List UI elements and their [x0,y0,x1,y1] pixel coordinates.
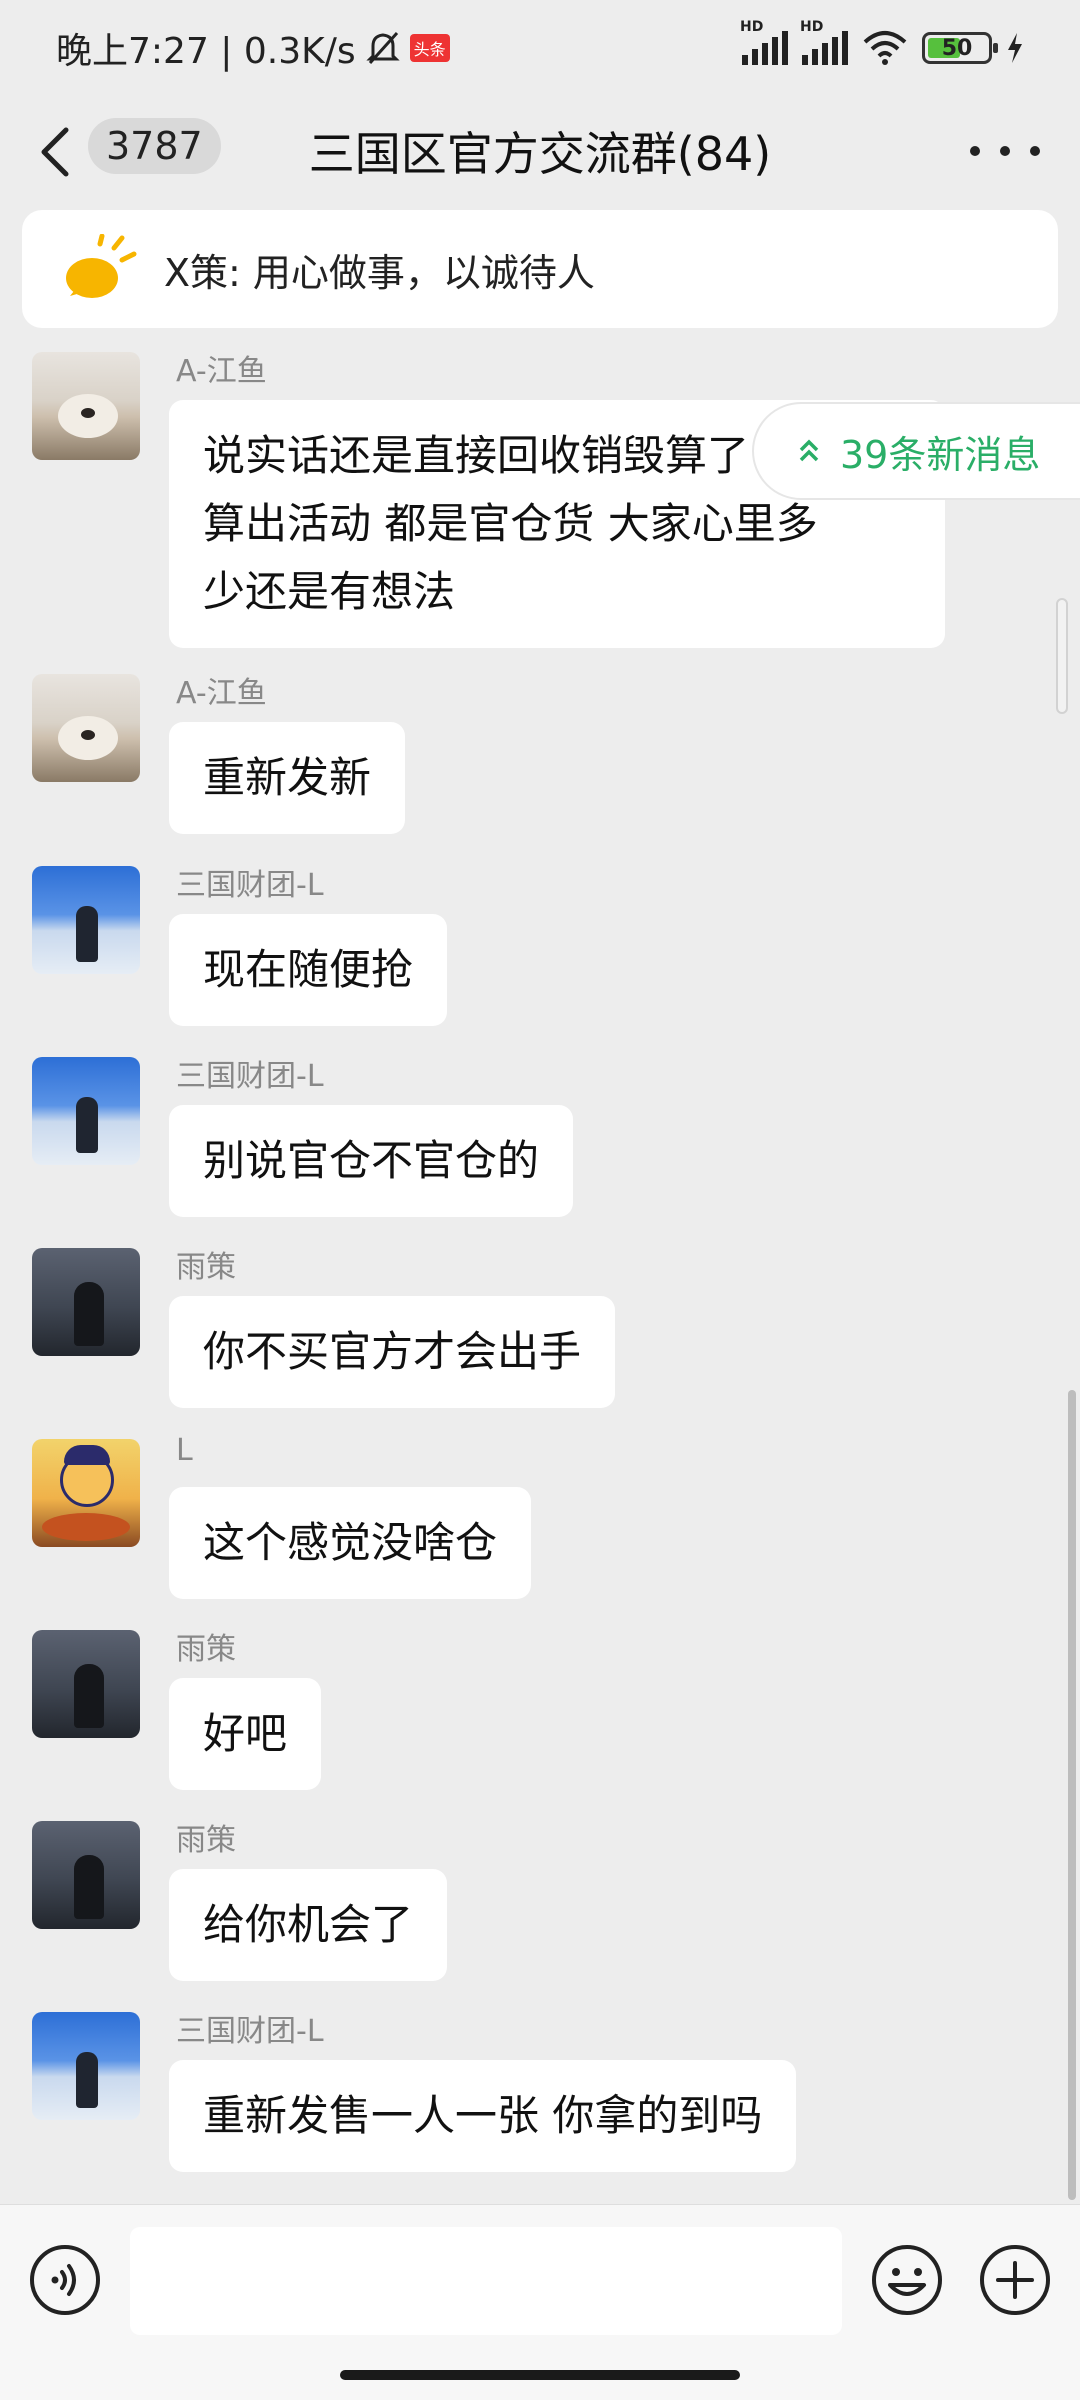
charging-icon [1008,33,1022,63]
sender-avatar[interactable] [32,1057,140,1165]
plus-icon[interactable] [978,2243,1052,2317]
message-input[interactable] [130,2227,842,2335]
sender-avatar[interactable] [32,1248,140,1356]
double-chevron-up-icon [799,439,819,462]
chat-title: 三国区官方交流群(84) [308,127,772,181]
sender-name: A-江鱼 [176,354,267,389]
sender-avatar[interactable] [32,866,140,974]
sender-avatar[interactable] [32,1439,140,1547]
announcement-sun-icon [66,234,137,298]
announcement-text: X策: 用心做事，以诚待人 [164,250,595,295]
message-bubble[interactable]: 现在随便抢 [169,914,448,1026]
sender-name: 雨策 [176,1250,236,1285]
scrollbar-thumb[interactable] [1068,1390,1076,2200]
sender-name: 三国财团-L [176,868,324,903]
sender-name: 雨策 [176,1823,236,1858]
message-bubble[interactable]: 好吧 [169,1678,322,1790]
signal-icon-2: HD [800,19,848,65]
toutiao-app-icon: 头条 [409,34,450,62]
more-dots-icon[interactable] [970,126,1040,176]
signal-icon-1: HD [740,19,788,65]
sender-avatar[interactable] [32,2012,140,2120]
battery-icon: 50 [922,32,998,64]
emoji-icon[interactable] [870,2243,944,2317]
wifi-icon [863,31,907,65]
sender-avatar[interactable] [32,1821,140,1929]
message-bubble[interactable]: 重新发新 [169,722,406,834]
new-messages-button[interactable]: 39条新消息 [752,402,1080,500]
new-messages-label: 39条新消息 [840,432,1041,477]
sender-name: 雨策 [176,1632,236,1667]
message-bubble[interactable]: 别说官仓不官仓的 [169,1105,574,1217]
scroll-indicator[interactable] [1056,598,1068,714]
chat-header: 3787 三国区官方交流群(84) [0,96,1080,208]
message-bubble[interactable]: 这个感觉没啥仓 [169,1487,532,1599]
sender-name: 三国财团-L [176,2014,324,2049]
sender-avatar[interactable] [32,352,140,460]
home-indicator[interactable] [340,2370,740,2380]
sender-name: L [176,1433,193,1468]
status-bar: 晚上7:27 | 0.3K/s 头条 HD HD 50 [0,0,1080,96]
mute-bell-icon [365,31,400,65]
sender-name: 三国财团-L [176,1059,324,1094]
sender-avatar[interactable] [32,1630,140,1738]
sender-avatar[interactable] [32,674,140,782]
message-bubble[interactable]: 给你机会了 [169,1869,448,1981]
message-bubble[interactable]: 重新发售一人一张 你拿的到吗 [169,2060,797,2172]
message-bubble[interactable]: 你不买官方才会出手 [169,1296,616,1408]
voice-icon[interactable] [28,2243,102,2317]
group-announcement[interactable]: X策: 用心做事，以诚待人 [22,210,1058,328]
sender-name: A-江鱼 [176,676,267,711]
status-time-speed: 晚上7:27 | 0.3K/s [56,31,356,72]
